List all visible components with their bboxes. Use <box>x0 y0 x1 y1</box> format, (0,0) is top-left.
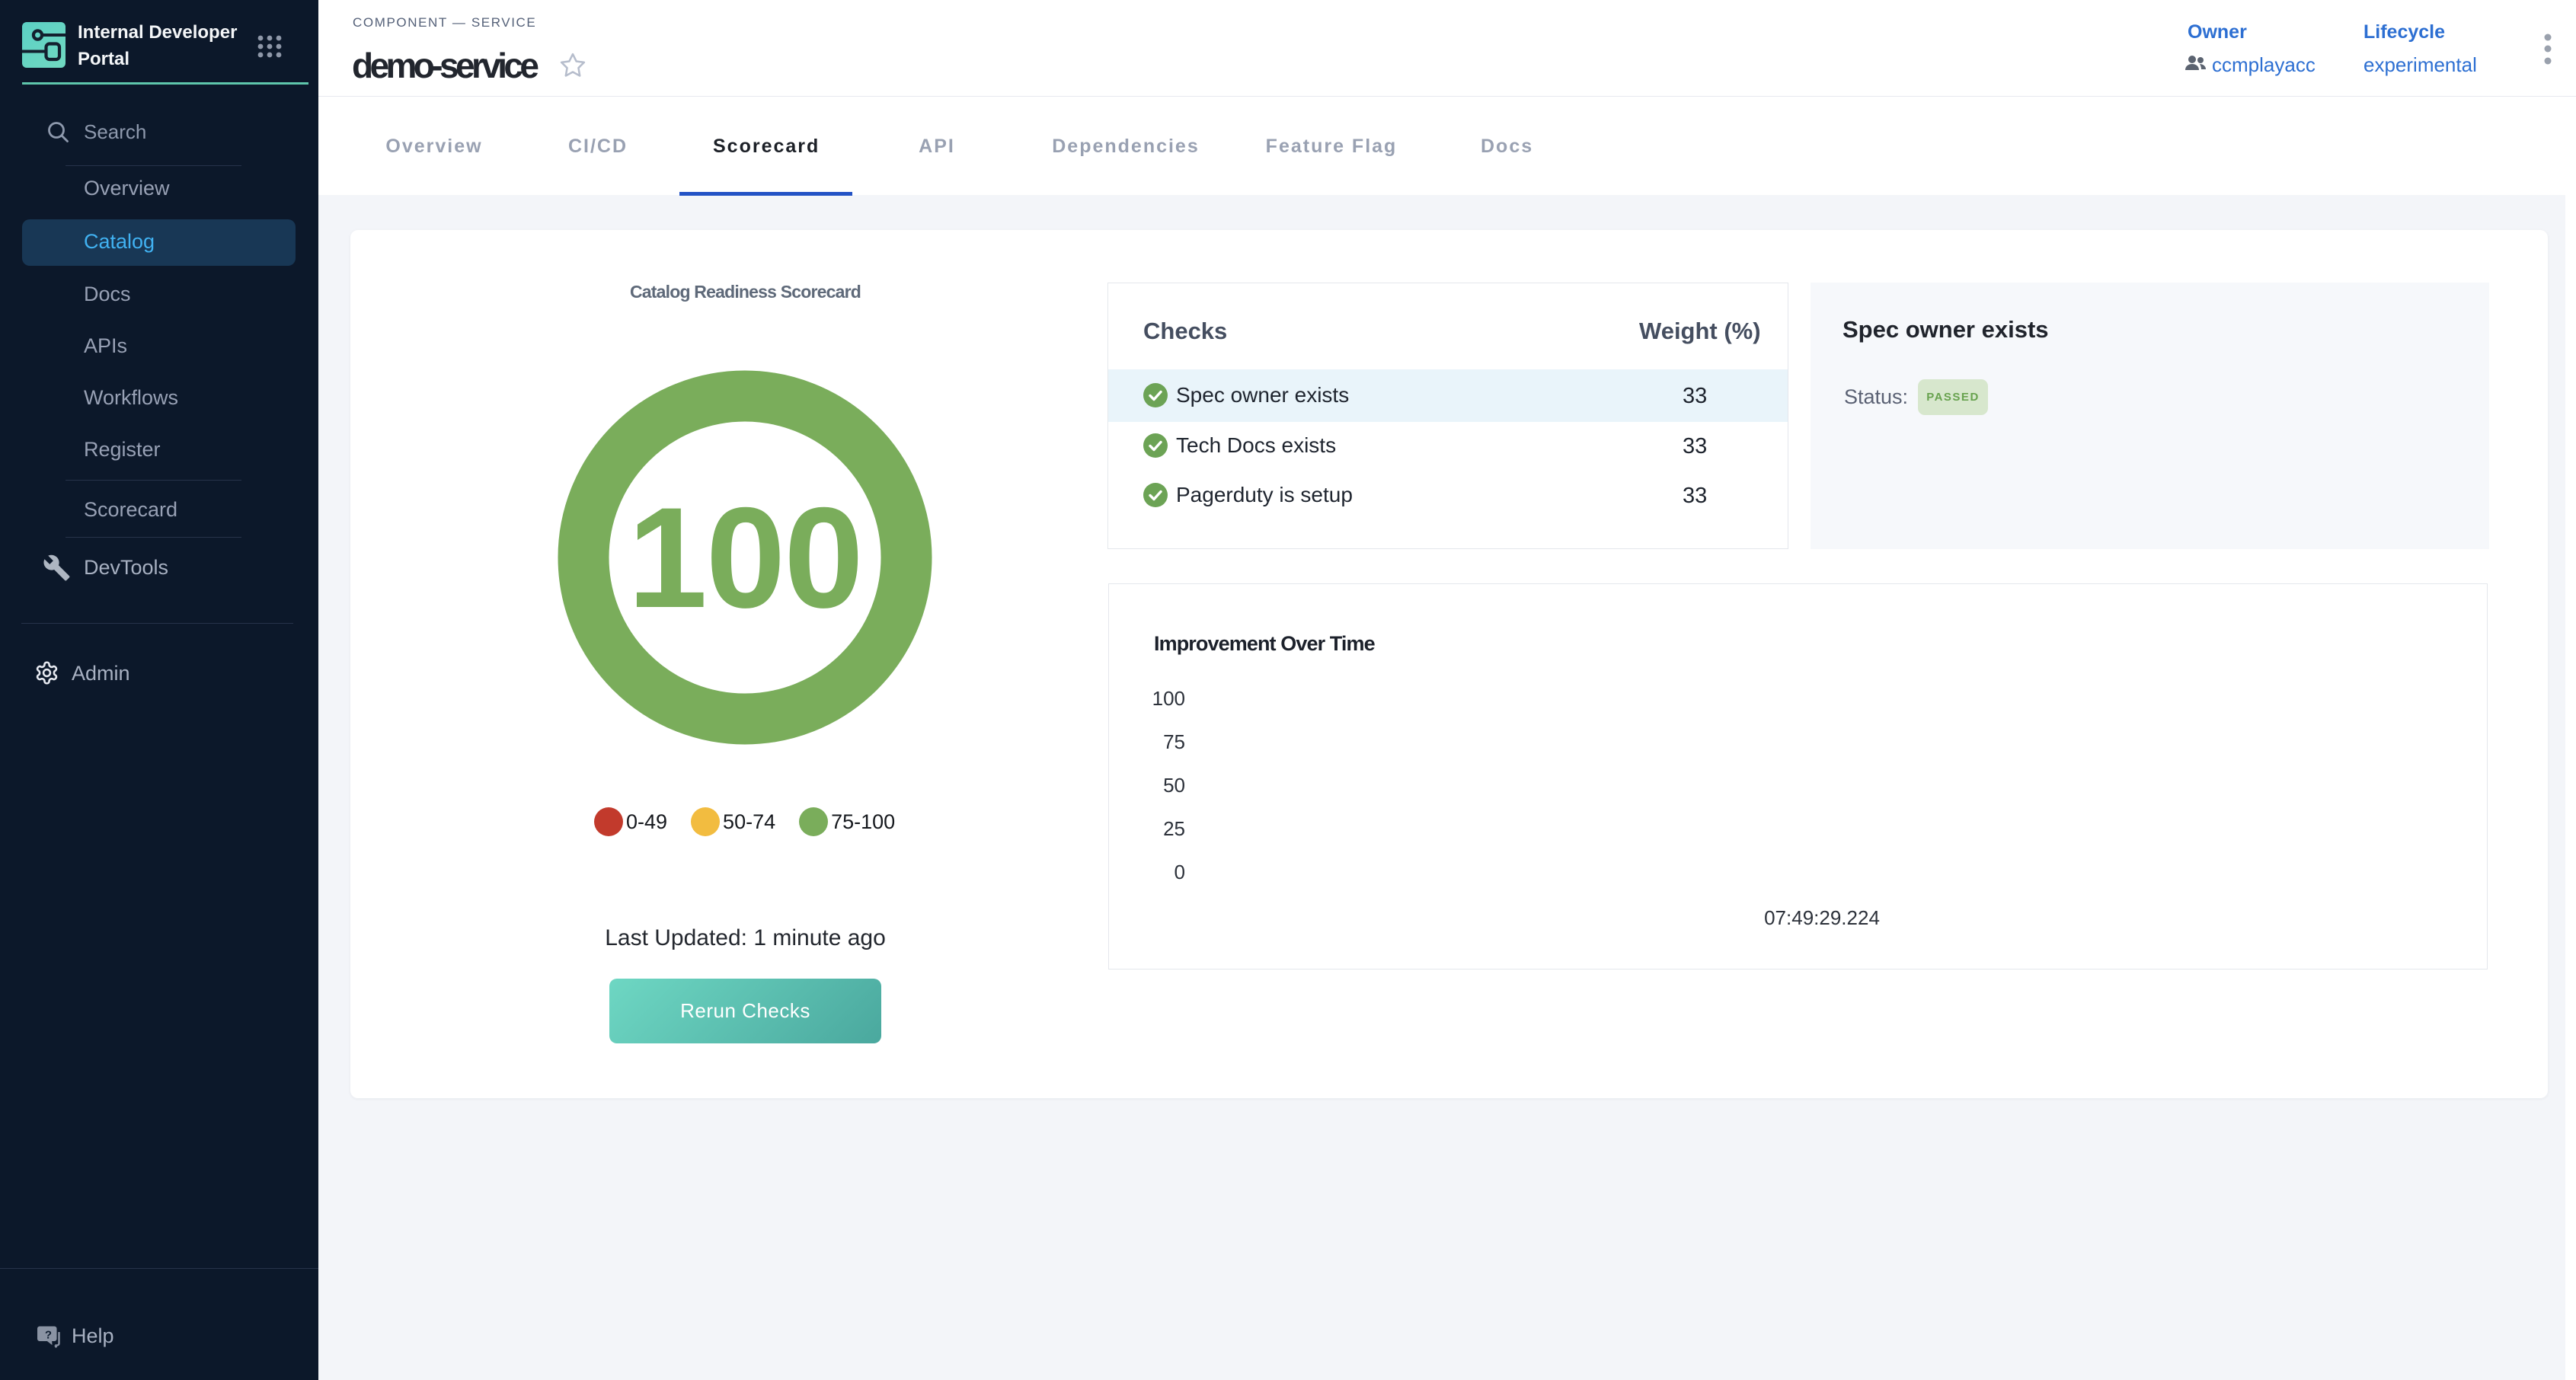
svg-text:?: ? <box>45 1328 52 1341</box>
